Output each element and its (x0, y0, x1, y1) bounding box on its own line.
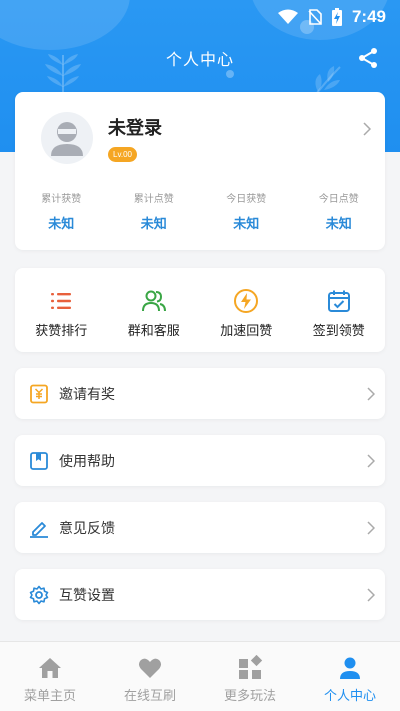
person-icon (340, 657, 360, 679)
quick-actions: 获赞排行 群和客服 加速回赞 签到领赞 (15, 268, 385, 352)
tab-home[interactable]: 菜单主页 (0, 642, 100, 711)
menu-label: 使用帮助 (59, 453, 115, 470)
no-sim-icon (308, 9, 322, 25)
status-bar: 7:49 (0, 0, 400, 34)
tab-label: 个人中心 (323, 689, 376, 704)
action-check-in[interactable]: 签到领赞 (293, 268, 386, 352)
tab-label: 在线互刷 (123, 689, 176, 704)
menu-feedback[interactable]: 意见反馈 (15, 502, 385, 553)
profile-stats: 累计获赞 未知 累计点赞 未知 今日获赞 未知 今日点赞 未知 (15, 190, 385, 232)
home-icon (39, 658, 61, 678)
chevron-right-icon (367, 386, 375, 401)
stat-today-given: 今日点赞 未知 (293, 190, 386, 232)
tab-online-boost[interactable]: 在线互刷 (100, 642, 200, 711)
avatar[interactable] (41, 112, 93, 164)
menu-label: 邀请有奖 (59, 386, 115, 403)
heart-icon (139, 658, 161, 678)
page-title: 个人中心 (165, 50, 234, 69)
help-book-icon (30, 451, 48, 470)
tab-label: 更多玩法 (223, 689, 276, 704)
bottom-tab-bar: 菜单主页 在线互刷 更多玩法 个人中心 (0, 641, 400, 711)
tab-profile[interactable]: 个人中心 (300, 642, 400, 711)
stat-value: 未知 (325, 217, 352, 232)
action-label: 加速回赞 (220, 324, 273, 339)
chevron-right-icon[interactable] (363, 122, 371, 136)
stat-value: 未知 (48, 217, 75, 232)
wifi-icon (277, 9, 298, 24)
action-group-service[interactable]: 群和客服 (108, 268, 201, 352)
stat-today-received: 今日获赞 未知 (200, 190, 293, 232)
stat-value: 未知 (233, 217, 260, 232)
users-group-icon (141, 290, 166, 312)
feedback-pen-icon (30, 521, 48, 538)
stat-total-given: 累计点赞 未知 (108, 190, 201, 232)
stat-value: 未知 (140, 217, 167, 232)
battery-charging-icon (331, 8, 342, 26)
action-ranking[interactable]: 获赞排行 (15, 268, 108, 352)
profile-card[interactable]: 未登录 Lv.00 累计获赞 未知 累计点赞 未知 今日获赞 未知 今日点赞 未… (15, 92, 385, 250)
action-label: 获赞排行 (35, 324, 88, 339)
chevron-right-icon (367, 520, 375, 535)
action-speed-up[interactable]: 加速回赞 (200, 268, 293, 352)
default-avatar-icon (51, 122, 83, 156)
title-bar: 个人中心 (0, 42, 400, 74)
tab-more-features[interactable]: 更多玩法 (200, 642, 300, 711)
tab-label: 菜单主页 (23, 689, 76, 704)
stat-label: 累计获赞 (41, 194, 82, 205)
menu-settings[interactable]: 互赞设置 (15, 569, 385, 620)
menu-label: 意见反馈 (59, 520, 115, 537)
share-icon[interactable] (356, 46, 380, 70)
stat-label: 今日获赞 (226, 194, 267, 205)
invite-reward-icon (30, 384, 48, 403)
stat-label: 累计点赞 (133, 194, 174, 205)
status-time: 7:49 (351, 7, 386, 26)
level-badge: Lv.00 (108, 147, 137, 162)
ranking-list-icon (51, 293, 72, 309)
menu-label: 互赞设置 (59, 587, 115, 604)
chevron-right-icon (367, 587, 375, 602)
widgets-icon (239, 655, 263, 679)
stat-label: 今日点赞 (318, 194, 359, 205)
calendar-check-icon (327, 290, 350, 312)
menu-invite-reward[interactable]: 邀请有奖 (15, 368, 385, 419)
action-label: 签到领赞 (312, 324, 365, 339)
username[interactable]: 未登录 (108, 114, 162, 140)
stat-total-received: 累计获赞 未知 (15, 190, 108, 232)
menu-help[interactable]: 使用帮助 (15, 435, 385, 486)
settings-gear-icon (29, 585, 49, 604)
action-label: 群和客服 (127, 324, 180, 339)
chevron-right-icon (367, 453, 375, 468)
lightning-icon (234, 289, 259, 313)
